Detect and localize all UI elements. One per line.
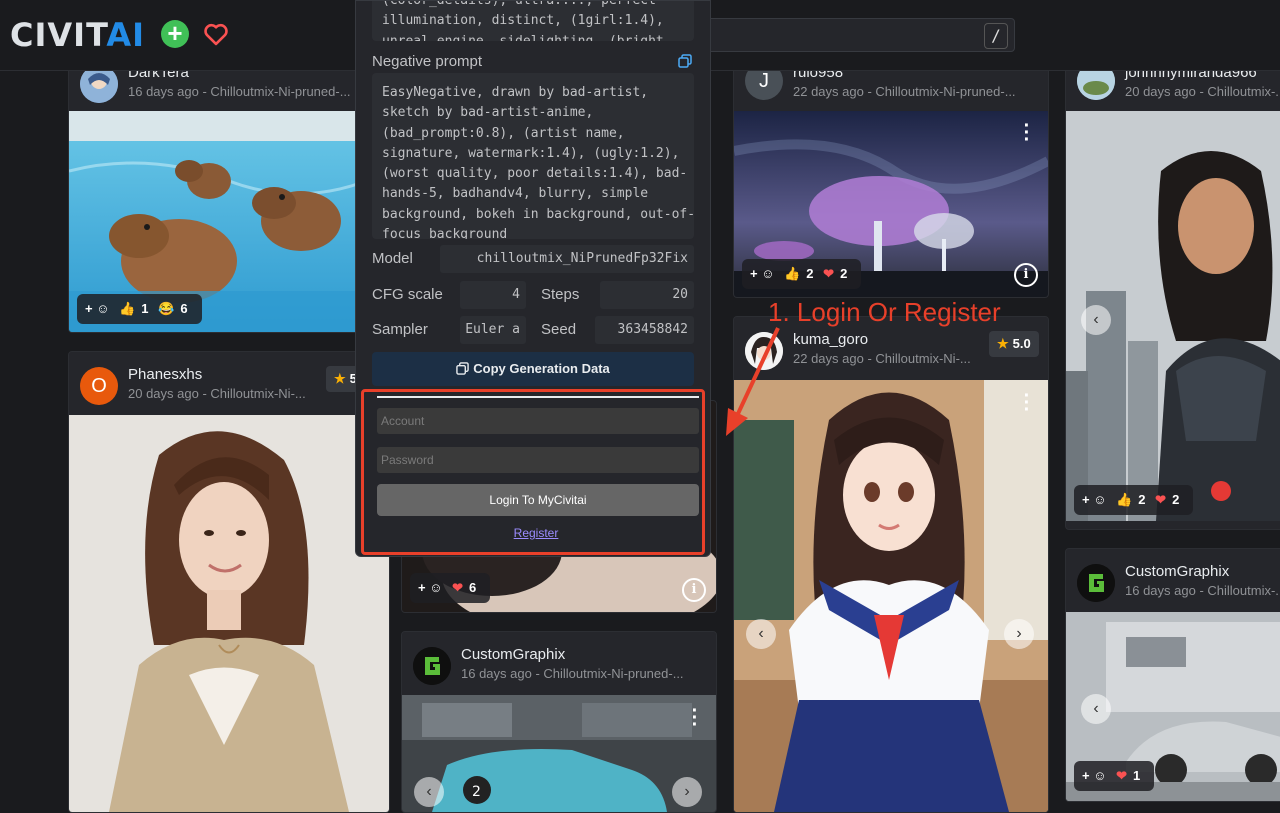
- add-reaction-icon[interactable]: + ☺: [750, 266, 774, 281]
- avatar[interactable]: [1077, 564, 1115, 602]
- post-meta: 16 days ago - Chilloutmix-Ni-pruned-...: [128, 84, 351, 99]
- star-icon: ★: [997, 336, 1009, 351]
- prompt-box: (color_details), ultra...., perfect illu…: [372, 0, 694, 41]
- prev-image-button[interactable]: ‹: [746, 619, 776, 649]
- reaction-bar[interactable]: + ☺ 👍 1 😂 6: [77, 294, 202, 324]
- create-post-button[interactable]: +: [161, 20, 189, 48]
- info-icon[interactable]: i: [682, 578, 706, 602]
- info-icon[interactable]: i: [1014, 263, 1038, 287]
- login-button[interactable]: Login To MyCivitai: [377, 484, 699, 516]
- prev-image-button[interactable]: ‹: [1081, 305, 1111, 335]
- steps-label: Steps: [541, 286, 580, 303]
- more-options-icon[interactable]: · · ·: [1022, 386, 1032, 420]
- username[interactable]: CustomGraphix: [461, 646, 565, 663]
- star-icon: ★: [334, 371, 346, 386]
- post-image[interactable]: [69, 415, 389, 812]
- generation-data-popover: (color_details), ultra...., perfect illu…: [355, 0, 711, 557]
- card-header: O Phanesxhs 20 days ago - Chilloutmix-Ni…: [69, 352, 389, 414]
- more-options-icon[interactable]: · · ·: [690, 701, 700, 735]
- sampler-label: Sampler: [372, 321, 428, 338]
- negative-prompt-label: Negative prompt: [372, 53, 483, 70]
- laugh-icon[interactable]: 😂: [158, 301, 174, 316]
- password-input[interactable]: [377, 447, 699, 473]
- reaction-bar[interactable]: + ☺ ❤ 6: [410, 573, 491, 603]
- model-value: chilloutmix_NiPrunedFp32Fix: [440, 245, 694, 273]
- image-card-customgraphix-1[interactable]: CustomGraphix 16 days ago - Chilloutmix-…: [401, 631, 717, 813]
- next-image-button[interactable]: ›: [1004, 619, 1034, 649]
- copy-generation-data-button[interactable]: Copy Generation Data: [372, 352, 694, 386]
- seed-label: Seed: [541, 321, 577, 338]
- post-image[interactable]: 2: [402, 695, 716, 812]
- image-card-darktera[interactable]: DarkTera 16 days ago - Chilloutmix-Ni-pr…: [68, 50, 390, 333]
- annotation-arrow: [726, 327, 780, 436]
- image-card-rulo[interactable]: J rulo958 22 days ago - Chilloutmix-Ni-p…: [733, 50, 1049, 298]
- add-reaction-icon[interactable]: + ☺: [1082, 492, 1106, 507]
- like-icon[interactable]: 👍: [784, 266, 800, 281]
- next-image-button[interactable]: ›: [672, 777, 702, 807]
- add-reaction-icon[interactable]: + ☺: [85, 301, 109, 316]
- search-input[interactable]: /: [705, 18, 1015, 52]
- image-card-phanesxhs[interactable]: O Phanesxhs 20 days ago - Chilloutmix-Ni…: [68, 351, 390, 813]
- account-input[interactable]: [377, 408, 699, 434]
- heart-reaction-icon[interactable]: ❤: [823, 266, 834, 281]
- copy-icon: [456, 354, 470, 388]
- login-register-area: Login To MyCivitai Register: [361, 389, 705, 555]
- divider: [377, 396, 699, 398]
- svg-text:2: 2: [472, 784, 481, 800]
- rating-badge: ★ 5.0: [989, 331, 1039, 357]
- register-link[interactable]: Register: [364, 526, 708, 540]
- post-meta: 16 days ago - Chilloutmix-...: [1125, 583, 1280, 598]
- login-annotation-label: 1. Login Or Register: [768, 297, 1001, 327]
- steps-value: 20: [600, 281, 694, 309]
- post-meta: 20 days ago - Chilloutmix-...: [1125, 84, 1280, 99]
- cfg-scale-label: CFG scale: [372, 286, 443, 303]
- add-reaction-icon[interactable]: + ☺: [418, 580, 442, 595]
- image-card-customgraphix-2[interactable]: CustomGraphix 16 days ago - Chilloutmix-…: [1065, 548, 1280, 802]
- add-reaction-icon[interactable]: + ☺: [1082, 768, 1106, 783]
- civitai-logo[interactable]: CIVITAI: [10, 18, 145, 52]
- favorites-heart-icon[interactable]: [202, 20, 230, 48]
- avatar[interactable]: [413, 647, 451, 685]
- negative-prompt-box: EasyNegative, drawn by bad-artist, sketc…: [372, 73, 694, 239]
- sampler-value: Euler a: [460, 316, 526, 344]
- post-meta: 16 days ago - Chilloutmix-Ni-pruned-...: [461, 666, 684, 681]
- cfg-scale-value: 4: [460, 281, 526, 309]
- post-meta: 22 days ago - Chilloutmix-Ni-...: [793, 351, 971, 366]
- username[interactable]: CustomGraphix: [1125, 563, 1229, 580]
- like-icon[interactable]: 👍: [119, 301, 135, 316]
- prompt-text: (color_details), ultra...., perfect illu…: [382, 0, 664, 41]
- heart-reaction-icon[interactable]: ❤: [1116, 768, 1127, 783]
- post-image[interactable]: [734, 380, 1048, 812]
- prev-image-button[interactable]: ‹: [414, 777, 444, 807]
- username[interactable]: kuma_goro: [793, 331, 868, 348]
- plus-icon: +: [167, 18, 183, 48]
- copy-negative-icon[interactable]: [678, 54, 692, 68]
- reaction-bar[interactable]: + ☺ ❤ 1: [1074, 761, 1155, 791]
- negative-prompt-text: EasyNegative, drawn by bad-artist, sketc…: [382, 85, 694, 239]
- heart-reaction-icon[interactable]: ❤: [1155, 492, 1166, 507]
- heart-reaction-icon[interactable]: ❤: [452, 580, 463, 595]
- reaction-bar[interactable]: + ☺ 👍 2 ❤ 2: [1074, 485, 1194, 515]
- prev-image-button[interactable]: ‹: [1081, 694, 1111, 724]
- model-label: Model: [372, 250, 413, 267]
- search-shortcut-badge: /: [984, 23, 1008, 49]
- card-header: CustomGraphix 16 days ago - Chilloutmix-…: [402, 632, 716, 694]
- post-meta: 22 days ago - Chilloutmix-Ni-pruned-...: [793, 84, 1016, 99]
- post-meta: 20 days ago - Chilloutmix-Ni-...: [128, 386, 306, 401]
- seed-value: 363458842: [595, 316, 694, 344]
- username[interactable]: Phanesxhs: [128, 366, 202, 383]
- image-card-johnny[interactable]: johnnnymiranda966 20 days ago - Chillout…: [1065, 50, 1280, 530]
- avatar[interactable]: O: [80, 367, 118, 405]
- reaction-bar[interactable]: + ☺ 👍 2 ❤ 2: [742, 259, 862, 289]
- like-icon[interactable]: 👍: [1116, 492, 1132, 507]
- card-header: CustomGraphix 16 days ago - Chilloutmix-…: [1066, 549, 1280, 611]
- more-options-icon[interactable]: · · ·: [1022, 116, 1032, 150]
